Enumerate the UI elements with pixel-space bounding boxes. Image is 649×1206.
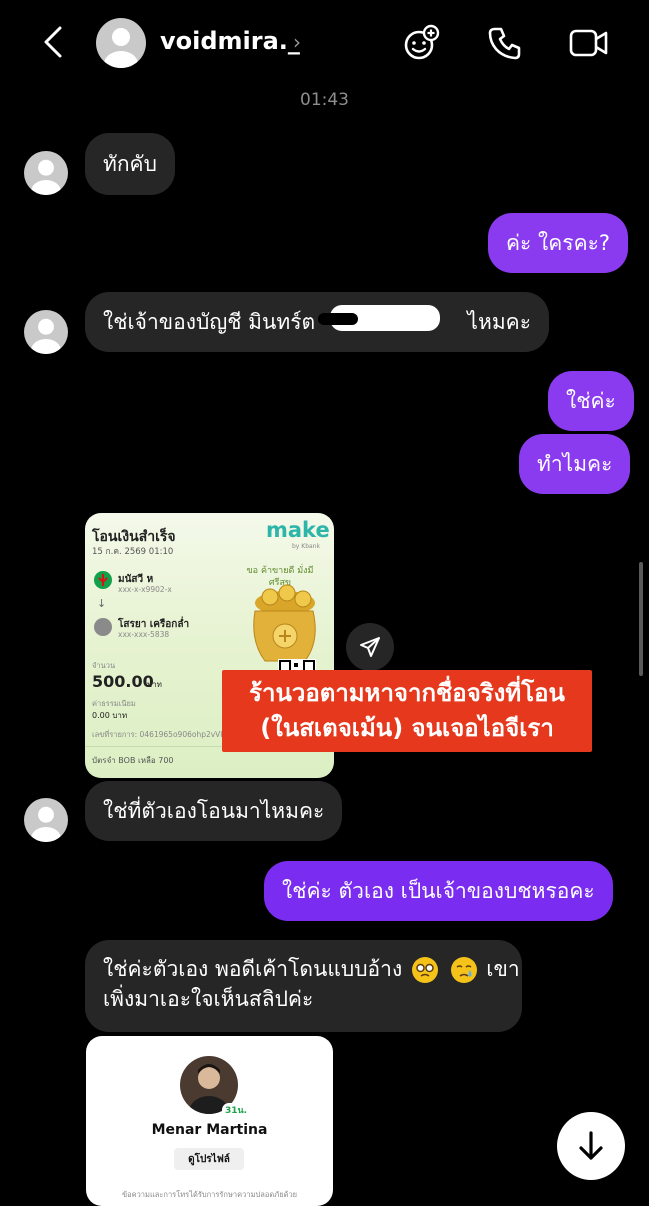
chevron-right-icon[interactable]: › (293, 30, 301, 54)
make-logo-sub: by Kbank (292, 543, 320, 550)
message-text: ใช่ค่ะ ตัวเอง เป็นเจ้าของบชหรอคะ (282, 879, 595, 903)
crying-face-emoji-icon (450, 957, 477, 983)
amount-unit: บาท (147, 680, 162, 689)
shared-profile-card[interactable]: 31น. Menar Martina ดูโปรไฟล์ ข้อความและก… (86, 1036, 333, 1206)
contact-username[interactable]: voidmira._ (160, 27, 300, 55)
amount-value: 500.00 (92, 672, 154, 691)
contact-avatar[interactable] (96, 18, 146, 68)
message-text-line-1-end: เขา (486, 957, 520, 981)
caption-overlay: ร้านวอตามหาจากชื่อจริงที่โอน (ในสเตจเม้น… (222, 670, 592, 752)
sender-account: xxx-x-x9902-x (118, 585, 172, 594)
message-text: ใช่เจ้าของบัญชี มินทร์ต (103, 310, 316, 334)
redaction-mark (318, 313, 358, 325)
back-arrow-icon[interactable] (40, 24, 70, 60)
money-bag-illustration (253, 584, 316, 662)
arrow-down-icon: ↓ (97, 597, 107, 610)
make-logo: make (266, 518, 330, 542)
incoming-message[interactable]: ใช่ที่ตัวเองโอนมาไหมคะ (85, 781, 343, 841)
message-text: ค่ะ ใครคะ? (506, 231, 611, 255)
incoming-message[interactable]: ทักคับ (85, 133, 175, 195)
outgoing-message[interactable]: ทำไมคะ (519, 434, 631, 494)
message-timestamp: 01:43 (300, 90, 349, 110)
share-button[interactable] (346, 623, 394, 671)
kbank-logo (94, 571, 112, 589)
incoming-message[interactable]: ใช่เจ้าของบัญชี มินทร์ต ไหมคะ (85, 292, 549, 352)
slip-datetime: 15 ก.ค. 2569 01:10 (92, 547, 174, 557)
view-profile-button[interactable]: ดูโปรไฟล์ (174, 1148, 244, 1170)
active-badge: 31น. (222, 1103, 251, 1117)
message-text-line-2: เพิ่งมาเอะใจเห็นสลิปค่ะ (103, 987, 314, 1011)
incoming-message[interactable]: ใช่ค่ะตัวเอง พอดีเค้าโดนแบบอ้าง เขา เพิ่… (85, 940, 522, 1032)
message-text: ทำไมคะ (537, 452, 613, 476)
send-icon (360, 637, 380, 657)
chat-header: voidmira._ › (0, 0, 649, 84)
caption-line-1: ร้านวอตามหาจากชื่อจริงที่โอน (249, 679, 565, 707)
message-text: ทักคับ (103, 152, 157, 176)
pleading-face-emoji-icon (411, 957, 438, 983)
amount-label: จำนวน (92, 661, 116, 670)
slip-footer-note: บัตรจำ BOB เหลือ 700 (92, 756, 174, 765)
arrow-down-icon (579, 1131, 603, 1160)
outgoing-message[interactable]: ใช่ค่ะ ตัวเอง เป็นเจ้าของบชหรอคะ (264, 861, 613, 921)
sender-avatar[interactable] (24, 798, 68, 842)
outgoing-message[interactable]: ใช่ค่ะ (548, 371, 634, 431)
scrollbar[interactable] (639, 562, 643, 676)
caption-line-2: (ในสเตจเม้น) จนเจอไอจีเรา (260, 714, 554, 742)
video-call-icon[interactable] (568, 24, 610, 62)
message-text-end: ไหมคะ (467, 310, 531, 334)
promptpay-logo (94, 618, 112, 636)
reference-number: เลขที่รายการ: 0461965o906ohp2vVkZS (92, 730, 235, 739)
message-text: ใช่ค่ะ (566, 389, 616, 413)
fee-value: 0.00 บาท (92, 711, 128, 720)
sender-avatar[interactable] (24, 151, 68, 195)
encryption-note: ข้อความและการโทรได้รับการรักษาความปลอดภั… (121, 1190, 298, 1199)
message-text-line-1: ใช่ค่ะตัวเอง พอดีเค้าโดนแบบอ้าง (103, 957, 403, 981)
receiver-account: xxx-xxx-5838 (118, 630, 170, 639)
phone-call-icon[interactable] (486, 24, 524, 62)
sticker-effects-icon[interactable] (402, 24, 440, 62)
profile-name: Menar Martina (151, 1122, 268, 1138)
outgoing-message[interactable]: ค่ะ ใครคะ? (488, 213, 629, 273)
sender-avatar[interactable] (24, 310, 68, 354)
message-text: ใช่ที่ตัวเองโอนมาไหมคะ (103, 799, 325, 823)
scroll-to-bottom-button[interactable] (557, 1112, 625, 1180)
